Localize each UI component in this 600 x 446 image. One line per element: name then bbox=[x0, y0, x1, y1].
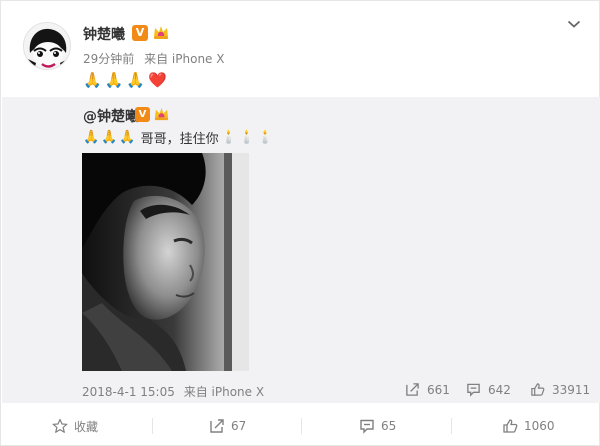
comment-button[interactable]: 65 bbox=[359, 411, 396, 441]
repost-like-button[interactable]: 33911 bbox=[530, 382, 590, 397]
crown-icon bbox=[154, 26, 168, 39]
avatar[interactable] bbox=[23, 22, 71, 70]
repost-comment-button[interactable]: 642 bbox=[466, 382, 511, 397]
username[interactable]: 钟楚曦 bbox=[83, 24, 125, 44]
star-icon bbox=[52, 418, 68, 433]
repost-source: 来自 iPhone X bbox=[183, 385, 265, 399]
candle-emoji-icon: 🕯️ bbox=[220, 129, 237, 145]
repost-message: 哥哥，挂住你 bbox=[140, 131, 219, 147]
like-count: 1060 bbox=[524, 419, 555, 433]
prayer-emoji-icon: 🙏 bbox=[104, 71, 124, 89]
prayer-emoji-icon: 🙏 bbox=[101, 129, 118, 145]
repost-like-count: 33911 bbox=[552, 382, 591, 397]
repost-crown-icon bbox=[154, 107, 169, 121]
repost-meta: 2018-4-1 15:05 来自 iPhone X bbox=[82, 383, 264, 400]
repost-username[interactable]: @钟楚曦 bbox=[83, 106, 139, 126]
post-meta: 29分钟前 来自 iPhone X bbox=[83, 50, 224, 67]
prayer-emoji-icon: 🙏 bbox=[119, 129, 136, 145]
repost-date[interactable]: 2018-4-1 15:05 bbox=[82, 385, 175, 399]
thumbs-up-icon bbox=[503, 419, 518, 433]
repost-photo[interactable] bbox=[82, 153, 249, 371]
post-text: 🙏 🙏 🙏 ❤️ bbox=[83, 70, 167, 90]
thumbs-up-icon bbox=[531, 383, 545, 396]
repost-verified-badge-icon: V bbox=[135, 107, 150, 122]
share-icon bbox=[406, 383, 419, 396]
repost-text: 🙏 🙏 🙏 哥哥，挂住你 🕯️ 🕯️ 🕯️ bbox=[83, 127, 273, 147]
candle-emoji-icon: 🕯️ bbox=[238, 129, 255, 145]
avatar-cartoon-image bbox=[24, 23, 70, 69]
weibo-post-card: 钟楚曦 V 29分钟前 来自 iPhone X 🙏 🙏 🙏 ❤️ @钟楚曦 V … bbox=[0, 0, 600, 446]
chevron-down-icon[interactable] bbox=[567, 19, 581, 29]
repost-share-count: 661 bbox=[427, 382, 450, 397]
action-bar: 收藏 67 65 1060 bbox=[2, 411, 600, 441]
heart-emoji-icon: ❤️ bbox=[148, 71, 167, 89]
verified-badge-icon: V bbox=[132, 25, 148, 41]
comment-icon bbox=[360, 419, 374, 434]
comment-icon bbox=[467, 383, 480, 397]
divider bbox=[301, 418, 302, 434]
repost-block: @钟楚曦 V 🙏 🙏 🙏 哥哥，挂住你 🕯️ 🕯️ 🕯️ 2018-4-1 15… bbox=[2, 97, 600, 403]
share-button[interactable]: 67 bbox=[209, 411, 246, 441]
share-icon bbox=[210, 419, 224, 433]
comment-count: 65 bbox=[381, 419, 397, 433]
prayer-emoji-icon: 🙏 bbox=[126, 71, 146, 89]
prayer-emoji-icon: 🙏 bbox=[83, 129, 100, 145]
prayer-emoji-icon: 🙏 bbox=[83, 71, 102, 89]
favorite-button[interactable]: 收藏 bbox=[52, 411, 98, 441]
portrait-photo-image bbox=[82, 153, 249, 371]
post-source: 来自 iPhone X bbox=[144, 52, 225, 66]
like-button[interactable]: 1060 bbox=[502, 411, 555, 441]
repost-comment-count: 642 bbox=[488, 382, 511, 397]
post-time[interactable]: 29分钟前 bbox=[83, 52, 134, 66]
repost-share-button[interactable]: 661 bbox=[405, 382, 450, 397]
candle-emoji-icon: 🕯️ bbox=[256, 129, 274, 145]
divider bbox=[451, 418, 452, 434]
favorite-label: 收藏 bbox=[74, 419, 99, 434]
repost-footer: 2018-4-1 15:05 来自 iPhone X 661 642 33911 bbox=[82, 382, 590, 400]
divider bbox=[152, 418, 153, 434]
share-count: 67 bbox=[231, 419, 247, 433]
